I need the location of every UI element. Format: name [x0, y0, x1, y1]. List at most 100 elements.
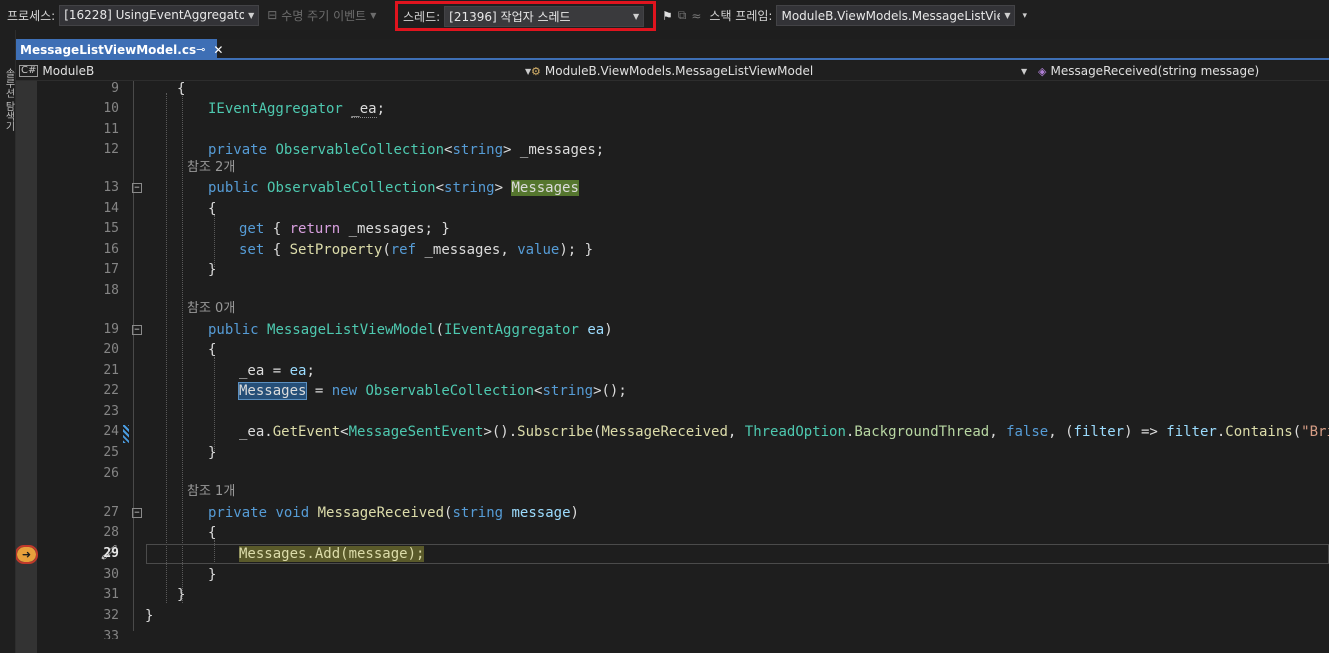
line-number: 12 — [103, 142, 119, 157]
line-number: 27 — [103, 505, 119, 520]
code-text: } — [177, 587, 186, 603]
code-text: } — [208, 445, 217, 461]
line-number: 14 — [103, 201, 119, 216]
line-number: 29 — [103, 546, 119, 561]
pin-icon[interactable]: ⊸ — [196, 43, 205, 56]
code-line: 33 — [37, 627, 1329, 639]
code-line: 14 { — [37, 199, 1329, 219]
thread-tools: ⚑ ⧉ ≈ 스택 프레임: ModuleB.ViewModels.Message… — [657, 5, 1027, 26]
process-value: [16228] UsingEventAggregator.ex — [64, 8, 244, 22]
code-line: 13 − public ObservableCollection<string>… — [37, 178, 1329, 198]
close-icon[interactable]: ✕ — [213, 43, 223, 57]
tab-title: MessageListViewModel.cs — [20, 42, 197, 57]
code-text: public ObservableCollection<string> Mess… — [208, 180, 579, 196]
line-number: 23 — [103, 404, 119, 419]
code-line: 16 set { SetProperty(ref _messages, valu… — [37, 240, 1329, 260]
class-icon: ⚙ — [531, 64, 541, 78]
codelens-references[interactable]: 참조 2개 — [187, 158, 235, 178]
code-line: 9 { — [37, 81, 1329, 99]
code-text: _ea = ea; — [239, 363, 315, 379]
method-icon: ◈ — [1038, 64, 1047, 78]
line-number: 13 — [103, 180, 119, 195]
project-name: ModuleB — [42, 64, 95, 78]
process-label: 프로세스: — [7, 8, 56, 23]
chevron-down-icon: ▼ — [370, 10, 377, 20]
codelens-references[interactable]: 참조 0개 — [187, 299, 235, 319]
process-dropdown[interactable]: [16228] UsingEventAggregator.ex ▼ — [59, 4, 260, 26]
code-text: private ObservableCollection<string> _me… — [208, 142, 605, 158]
code-text: IEventAggregator _ea; — [208, 101, 386, 118]
code-line: 10 IEventAggregator _ea; — [37, 99, 1329, 119]
codelens-references[interactable]: 참조 1개 — [187, 482, 235, 502]
line-number: 24 — [103, 424, 119, 439]
thread-selector-highlight: 스레드: [21396] 작업자 스레드 ▼ — [395, 1, 656, 31]
left-dock-strip: 솔루션 탐색기 — [0, 30, 16, 653]
code-text: private void MessageReceived(string mess… — [208, 505, 579, 521]
collapse-icon[interactable]: − — [132, 325, 142, 335]
lifecycle-icon: ⊟ — [267, 8, 278, 22]
lifecycle-events-button[interactable]: ⊟ 수명 주기 이벤트 ▼ — [267, 7, 376, 24]
thread-dropdown[interactable]: [21396] 작업자 스레드 ▼ — [444, 5, 645, 27]
line-number: 31 — [103, 587, 119, 602]
code-line-current: 29 Messages.Add(message); — [37, 544, 1329, 564]
code-line: 25 } — [37, 443, 1329, 463]
code-line: 27 − private void MessageReceived(string… — [37, 503, 1329, 523]
line-number: 21 — [103, 363, 119, 378]
stackframe-value: ModuleB.ViewModels.MessageListViewM — [781, 8, 1001, 23]
line-number: 33 — [103, 629, 119, 639]
stackframe-dropdown[interactable]: ModuleB.ViewModels.MessageListViewM ▼ — [776, 5, 1016, 26]
code-line: 19 − public MessageListViewModel(IEventA… — [37, 320, 1329, 340]
collapse-icon[interactable]: − — [132, 183, 142, 193]
code-text: } — [145, 608, 154, 624]
code-line: 20 { — [37, 340, 1329, 360]
solution-explorer-tab[interactable]: 솔루션 탐색기 — [1, 68, 16, 131]
thread-value: [21396] 작업자 스레드 — [449, 9, 571, 24]
code-line: 22 Messages = new ObservableCollection<s… — [37, 381, 1329, 401]
line-number: 16 — [103, 242, 119, 257]
current-statement-arrow-icon[interactable]: ➜ — [16, 545, 38, 564]
member-name: MessageReceived(string message) — [1050, 64, 1260, 78]
line-number: 15 — [103, 221, 119, 236]
code-text: { — [177, 81, 186, 97]
code-text: { — [208, 342, 217, 358]
line-number: 10 — [103, 101, 119, 116]
project-dropdown[interactable]: C# ModuleB ▼ — [19, 61, 531, 81]
flag-thread-icon[interactable]: ⚑ — [662, 9, 673, 23]
tab-messagelistviewmodel[interactable]: MessageListViewModel.cs ⊸ ✕ — [16, 39, 223, 60]
show-threads-icon[interactable]: ≈ — [691, 9, 701, 23]
code-text: get { return _messages; } — [239, 221, 450, 237]
code-text: { — [208, 201, 217, 217]
code-editor[interactable]: ➜ 🖌 9 { 10 IEventAggregator _ea; 11 12 p… — [16, 81, 1329, 653]
code-line: 24 _ea.GetEvent<MessageSentEvent>().Subs… — [37, 422, 1329, 442]
class-dropdown[interactable]: ⚙ ModuleB.ViewModels.MessageListViewMode… — [531, 61, 1036, 81]
line-number: 28 — [103, 525, 119, 540]
class-name: ModuleB.ViewModels.MessageListViewModel — [544, 64, 814, 78]
chevron-down-icon: ▼ — [1021, 66, 1028, 76]
csharp-project-icon: C# — [19, 65, 39, 77]
code-line: 23 — [37, 402, 1329, 422]
line-number: 26 — [103, 466, 119, 481]
line-number: 11 — [103, 122, 119, 137]
code-text: { — [208, 525, 217, 541]
toolbar-overflow-icon[interactable]: ▾ — [1022, 11, 1027, 21]
code-line: 21 _ea = ea; — [37, 361, 1329, 381]
flag-all-icon[interactable]: ⧉ — [678, 8, 687, 23]
code-line: 30 } — [37, 565, 1329, 585]
code-line: 17 } — [37, 260, 1329, 280]
code-line: 31 } — [37, 585, 1329, 605]
lifecycle-label: 수명 주기 이벤트 — [281, 8, 367, 23]
code-text: set { SetProperty(ref _messages, value);… — [239, 242, 594, 258]
member-dropdown[interactable]: ◈ MessageReceived(string message) — [1038, 61, 1328, 81]
code-line: 11 — [37, 120, 1329, 140]
stackframe-label: 스택 프레임: — [709, 9, 773, 23]
code-text: } — [208, 567, 217, 583]
line-number: 32 — [103, 608, 119, 623]
collapse-icon[interactable]: − — [132, 508, 142, 518]
indicator-margin[interactable] — [16, 81, 37, 653]
document-tab-bar: MessageListViewModel.cs ⊸ ✕ — [16, 39, 1329, 60]
code-line: 15 get { return _messages; } — [37, 219, 1329, 239]
line-number: 22 — [103, 383, 119, 398]
chevron-down-icon: ▼ — [633, 11, 640, 21]
line-number: 20 — [103, 342, 119, 357]
code-line: 28 { — [37, 523, 1329, 543]
